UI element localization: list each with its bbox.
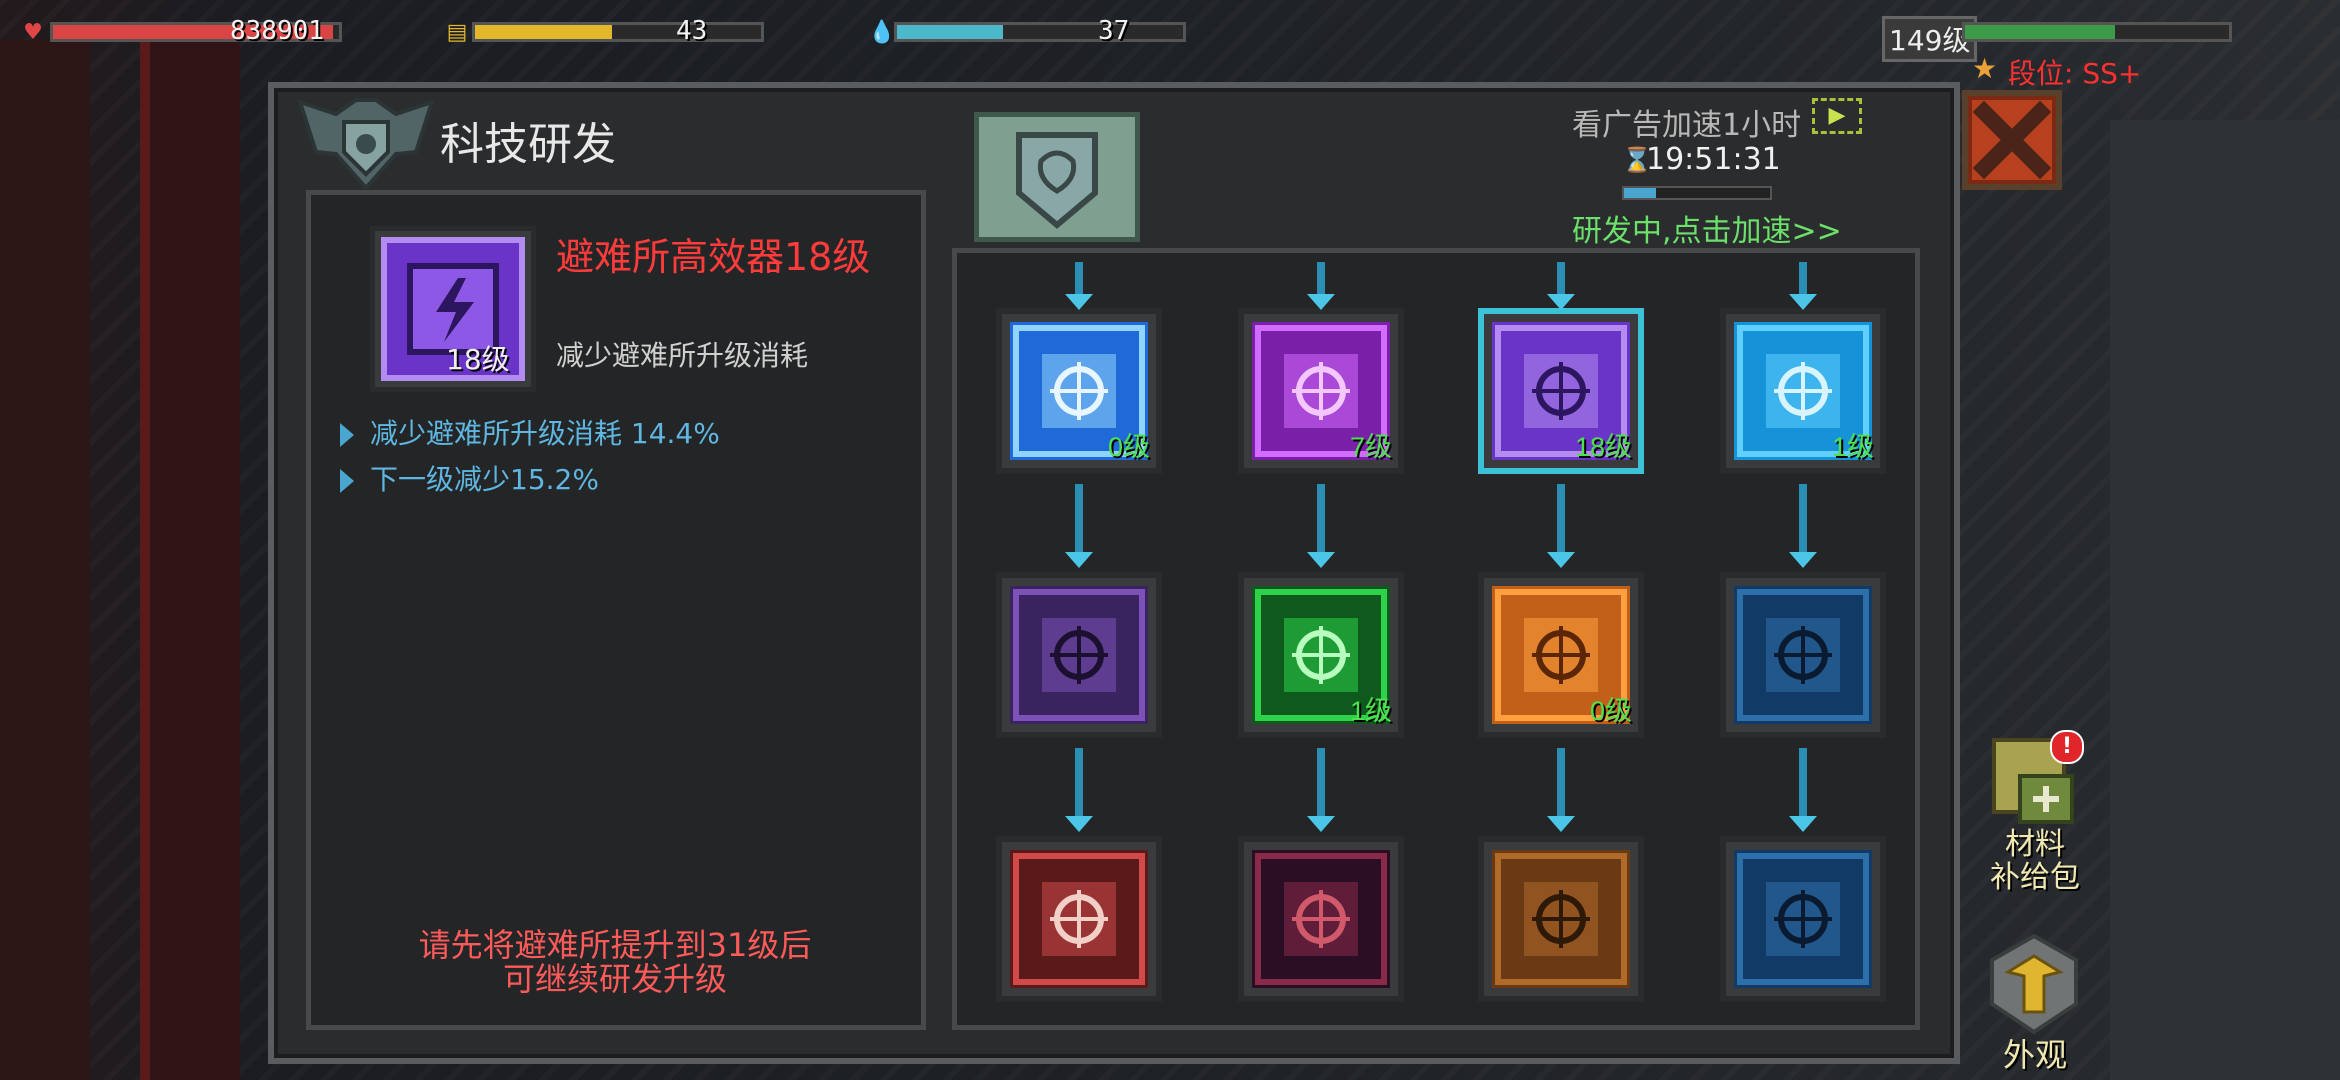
effect-next-text: 下一级减少15.2% xyxy=(370,463,599,496)
tech-connector-arrow xyxy=(1786,262,1820,310)
tech-node-level: 7级 xyxy=(1349,432,1392,462)
effect-current-text: 减少避难所升级消耗 14.4% xyxy=(370,417,720,450)
star-icon: ★ xyxy=(1972,52,1998,85)
tech-connector-arrow xyxy=(1062,262,1096,310)
medkit-case-icon xyxy=(1734,850,1872,988)
hp-value: 838901 xyxy=(230,16,324,46)
heart-icon: ♥ xyxy=(23,20,43,45)
tech-node[interactable]: 7级 xyxy=(1238,308,1404,474)
material-supply-button[interactable]: ! xyxy=(1990,730,2084,830)
bronze-efficiency-icon xyxy=(1492,850,1630,988)
speed-up-link[interactable]: 研发中,点击加速>> xyxy=(1572,206,1842,250)
research-timer: 19:51:31 xyxy=(1646,142,1781,177)
tech-connector-arrow xyxy=(1786,748,1820,832)
water-stat: 💧 37 xyxy=(868,16,1186,48)
ad-speedup-label: 看广告加速1小时 xyxy=(1572,108,1802,143)
category-shield-icon xyxy=(1016,132,1098,229)
bullet-triangle-icon xyxy=(340,469,354,493)
tech-node[interactable]: 1级 xyxy=(1238,572,1404,738)
effect-current: 减少避难所升级消耗 14.4% xyxy=(340,412,720,452)
close-icon xyxy=(1972,100,2052,180)
rank-label: 段位: SS+ xyxy=(2008,57,2142,90)
supply-label: 材料 补给包 xyxy=(1980,828,2090,894)
food-value: 43 xyxy=(676,16,708,46)
water-bar xyxy=(894,22,1186,42)
appearance-label: 外观 xyxy=(2002,1036,2067,1074)
tech-node[interactable]: 18级 xyxy=(1478,308,1644,474)
tech-node[interactable] xyxy=(1720,572,1886,738)
tech-connector-arrow xyxy=(1304,484,1338,568)
tech-node[interactable]: 0级 xyxy=(1478,572,1644,738)
tech-node[interactable] xyxy=(1478,836,1644,1002)
selected-tech-name: 避难所高效器18级 xyxy=(556,235,871,279)
water-drop-icon: 💧 xyxy=(868,20,896,45)
tech-node[interactable]: 1级 xyxy=(1720,308,1886,474)
play-ad-button[interactable]: ▶ xyxy=(1812,98,1862,134)
tech-node-level: 18级 xyxy=(1574,432,1632,462)
tech-node-level: 1级 xyxy=(1349,696,1392,726)
shield-wings-icon xyxy=(296,98,436,192)
exp-bar xyxy=(1962,22,2232,42)
dark-blue-case-icon xyxy=(1734,586,1872,724)
food-bar xyxy=(472,22,764,42)
level-stat: 149级 xyxy=(1882,16,2232,62)
bullet-triangle-icon xyxy=(340,423,354,447)
tech-connector-arrow xyxy=(1544,484,1578,568)
supply-label-2: 补给包 xyxy=(1990,860,2080,895)
tech-node[interactable] xyxy=(1238,836,1404,1002)
tech-connector-arrow xyxy=(1062,748,1096,832)
appearance-button[interactable] xyxy=(1988,932,2080,1036)
upgrade-requirement: 请先将避难所提升到31级后 可继续研发升级 xyxy=(370,928,860,996)
tech-node-level: 1级 xyxy=(1831,432,1874,462)
panel-title: 科技研发 xyxy=(440,119,616,170)
requirement-line-1: 请先将避难所提升到31级后 xyxy=(418,926,812,964)
research-progress-bar xyxy=(1622,186,1772,200)
notification-badge: ! xyxy=(2050,730,2084,764)
hp-stat: ♥ 838901 xyxy=(20,16,342,48)
effect-next: 下一级减少15.2% xyxy=(340,458,599,498)
water-value: 37 xyxy=(1098,16,1130,46)
tech-node[interactable] xyxy=(1720,836,1886,1002)
tech-connector-arrow xyxy=(1062,484,1096,568)
requirement-line-2: 可继续研发升级 xyxy=(502,960,727,998)
tech-connector-arrow xyxy=(1304,748,1338,832)
food-stat: ▤ 43 xyxy=(446,16,764,48)
tech-node-level: 0级 xyxy=(1589,696,1632,726)
tech-node-level: 0级 xyxy=(1107,432,1150,462)
tech-connector-arrow xyxy=(1544,262,1578,310)
appearance-emblem-icon xyxy=(1990,933,2078,1035)
supply-label-1: 材料 xyxy=(2005,827,2065,862)
tech-connector-arrow xyxy=(1544,748,1578,832)
selected-tech-description: 减少避难所升级消耗 xyxy=(556,339,809,372)
food-icon: ▤ xyxy=(446,20,468,45)
tech-connector-arrow xyxy=(1304,262,1338,310)
tech-connector-arrow xyxy=(1786,484,1820,568)
tech-category-tab[interactable] xyxy=(974,112,1140,242)
tech-node[interactable] xyxy=(996,836,1162,1002)
close-button[interactable] xyxy=(1962,90,2062,190)
bg-building-left xyxy=(0,40,90,1080)
dark-crosshair-icon xyxy=(1252,850,1390,988)
play-icon: ▶ xyxy=(1828,103,1846,128)
tech-node[interactable]: 0级 xyxy=(996,308,1162,474)
bg-building-right xyxy=(2110,120,2340,1080)
bg-building-red xyxy=(140,40,240,1080)
tech-node[interactable] xyxy=(996,572,1162,738)
purple-soldier-icon xyxy=(1010,586,1148,724)
crossed-rifles-icon xyxy=(1010,850,1148,988)
selected-tech-level: 18级 xyxy=(446,343,510,376)
